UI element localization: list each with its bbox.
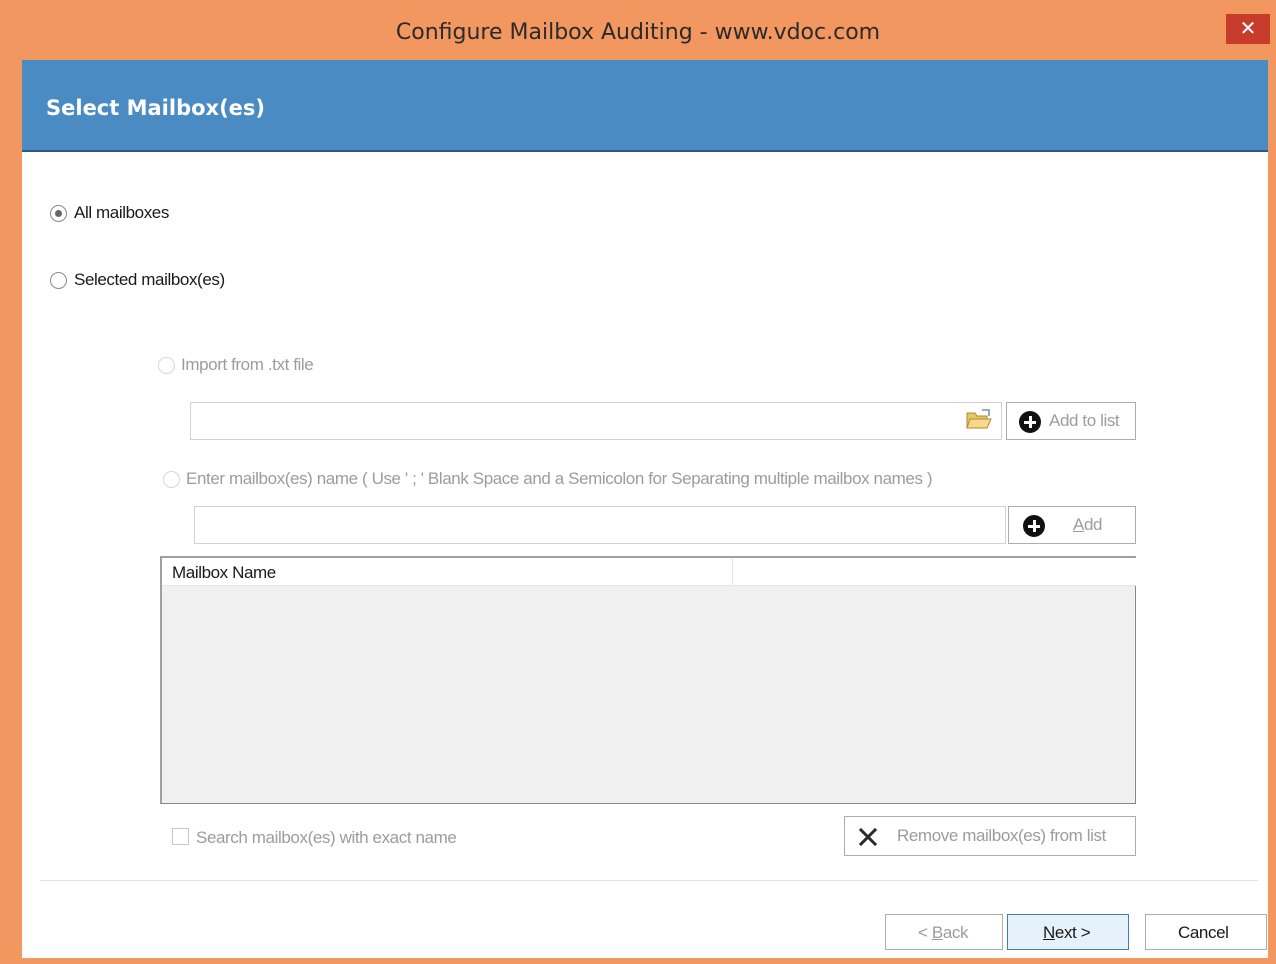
import-path-field[interactable] <box>190 402 1002 440</box>
column-mailbox-name[interactable]: Mailbox Name <box>172 563 276 583</box>
enter-names-radio[interactable] <box>163 471 180 488</box>
cancel-label: Cancel <box>1178 923 1229 942</box>
column-divider[interactable] <box>732 558 733 586</box>
back-button[interactable]: < Back <box>885 914 1003 950</box>
footer-separator <box>40 880 1258 881</box>
remove-mailboxes-button[interactable]: Remove mailbox(es) from list <box>844 816 1136 856</box>
selected-mailboxes-radio[interactable] <box>50 272 67 289</box>
close-button[interactable]: ✕ <box>1226 14 1270 44</box>
mailbox-names-input[interactable] <box>194 506 1006 544</box>
plus-circle-icon <box>1019 411 1041 433</box>
x-icon <box>859 828 877 846</box>
search-exact-label: Search mailbox(es) with exact name <box>196 828 457 847</box>
window-title: Configure Mailbox Auditing - www.vdoc.co… <box>395 20 881 45</box>
back-label: < Back <box>918 923 969 942</box>
cancel-button[interactable]: Cancel <box>1145 914 1267 950</box>
selected-mailboxes-label[interactable]: Selected mailbox(es) <box>74 270 225 290</box>
remove-label: Remove mailbox(es) from list <box>897 826 1106 845</box>
page-title: Select Mailbox(es) <box>46 96 266 120</box>
dialog-body: Select Mailbox(es) All mailboxes Selecte… <box>22 60 1268 958</box>
add-label: Add <box>1073 515 1103 534</box>
all-mailboxes-radio[interactable] <box>50 205 67 222</box>
next-button[interactable]: Next > <box>1007 914 1129 950</box>
import-txt-label: Import from .txt file <box>181 355 314 374</box>
list-header: Mailbox Name <box>162 558 1136 586</box>
add-to-list-label: Add to list <box>1049 411 1120 430</box>
import-txt-radio[interactable] <box>158 357 175 374</box>
wizard-header: Select Mailbox(es) <box>22 60 1268 152</box>
close-icon: ✕ <box>1239 16 1257 40</box>
next-label: Next > <box>1043 923 1091 942</box>
add-to-list-button[interactable]: Add to list <box>1006 402 1136 440</box>
mailbox-list[interactable]: Mailbox Name <box>160 556 1136 804</box>
dialog-window: Configure Mailbox Auditing - www.vdoc.co… <box>0 0 1276 964</box>
add-button[interactable]: Add <box>1008 506 1136 544</box>
title-bar[interactable]: Configure Mailbox Auditing - www.vdoc.co… <box>0 0 1276 60</box>
all-mailboxes-label[interactable]: All mailboxes <box>74 203 169 223</box>
plus-circle-icon <box>1023 515 1045 537</box>
folder-open-icon[interactable] <box>965 408 993 432</box>
enter-names-label: Enter mailbox(es) name ( Use ' ; ' Blank… <box>186 469 933 488</box>
search-exact-checkbox[interactable] <box>172 828 189 845</box>
